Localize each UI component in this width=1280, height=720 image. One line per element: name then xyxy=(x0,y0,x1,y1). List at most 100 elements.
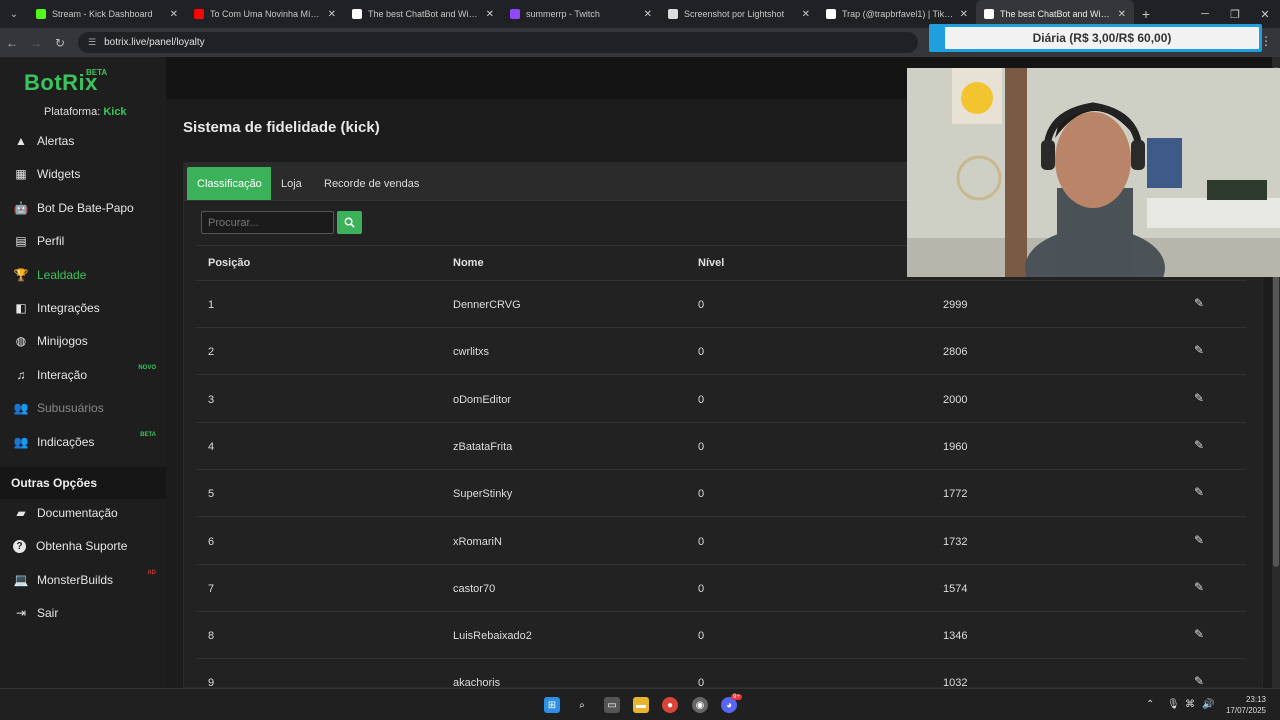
sidebar-item-label: Indicações xyxy=(37,434,95,449)
widgets-icon: ▦ xyxy=(15,167,27,182)
sidebar-badge: NOVO xyxy=(138,364,156,371)
sidebar-item-perfil[interactable]: ▤ Perfil xyxy=(0,225,166,257)
taskbar-search-icon[interactable]: ⌕ xyxy=(574,697,590,713)
browser-tab[interactable]: The best ChatBot and Widgets ✕ xyxy=(344,0,502,28)
close-tab-icon[interactable]: ✕ xyxy=(486,9,494,20)
platform-value: Kick xyxy=(103,106,127,118)
search-button[interactable] xyxy=(337,211,362,234)
sidebar-item-intera-o[interactable]: ♫ Interação NOVO xyxy=(0,359,166,391)
edit-icon[interactable]: ✎ xyxy=(1194,391,1208,405)
logout-icon: ⇥ xyxy=(15,606,27,621)
level-cell: 0 xyxy=(698,299,705,311)
tab-sales-record[interactable]: Recorde de vendas xyxy=(314,167,430,200)
search-icon xyxy=(344,217,355,228)
tab-search-icon[interactable]: ⌄ xyxy=(0,0,28,28)
logo-beta-badge: BETA xyxy=(86,68,108,77)
microphone-icon[interactable]: 🎙 xyxy=(1167,699,1180,710)
sidebar-item-minijogos[interactable]: ◍ Minijogos xyxy=(0,325,166,357)
browser-tab[interactable]: summerrp - Twitch ✕ xyxy=(502,0,660,28)
edit-icon[interactable]: ✎ xyxy=(1194,343,1208,357)
lightshot-icon xyxy=(668,9,678,19)
sidebar-item-alertas[interactable]: ▲ Alertas xyxy=(0,125,166,157)
edit-icon[interactable]: ✎ xyxy=(1194,296,1208,310)
sidebar-item-widgets[interactable]: ▦ Widgets xyxy=(0,158,166,190)
reload-icon[interactable]: ↻ xyxy=(48,36,72,50)
platform-label: Plataforma: Kick xyxy=(44,106,127,118)
sidebar-item-label: Perfil xyxy=(37,234,65,249)
edit-icon[interactable]: ✎ xyxy=(1194,438,1208,452)
site-settings-icon[interactable]: ☰ xyxy=(88,37,96,48)
tab-ranking[interactable]: Classificação xyxy=(187,167,272,200)
tray-expand-icon[interactable]: ⌃ xyxy=(1146,699,1154,710)
chrome-icon[interactable]: ● xyxy=(662,697,678,713)
browser-tab-title: To Com Uma Novinha Mídia - M xyxy=(210,9,322,19)
sidebar-item-integra-es[interactable]: ◧ Integrações xyxy=(0,292,166,324)
laptop-icon: 💻 xyxy=(13,572,29,587)
edit-icon[interactable]: ✎ xyxy=(1194,533,1208,547)
browser-tab[interactable]: To Com Uma Novinha Mídia - M ✕ xyxy=(186,0,344,28)
sidebar-item-monsterbuilds[interactable]: 💻 MonsterBuilds AD xyxy=(0,564,166,596)
system-clock[interactable]: 23:13 17/07/2025 xyxy=(1226,694,1266,716)
points-cell: 1772 xyxy=(943,488,968,501)
back-icon[interactable]: ← xyxy=(0,36,24,50)
warning-icon: ▲ xyxy=(15,134,27,148)
forward-icon[interactable]: → xyxy=(24,36,48,50)
position-cell: 3 xyxy=(208,393,215,406)
name-cell: zBatataFrita xyxy=(453,440,513,453)
sidebar-item-indica-es[interactable]: 👥 Indicações BETA xyxy=(0,426,166,458)
position-cell: 5 xyxy=(208,488,215,501)
new-tab-button[interactable]: + xyxy=(1134,6,1158,22)
webcam-overlay xyxy=(907,68,1280,277)
sidebar-item-label: Integrações xyxy=(37,301,100,315)
col-level[interactable]: Nível xyxy=(698,257,724,269)
browser-tab[interactable]: Stream - Kick Dashboard ✕ xyxy=(28,0,186,28)
points-cell: 1574 xyxy=(943,582,968,595)
edit-icon[interactable]: ✎ xyxy=(1194,580,1208,594)
table-row: 6 xRomariN 0 1732 ✎ xyxy=(196,518,1246,565)
kick-icon xyxy=(36,9,46,19)
sidebar-item-lealdade[interactable]: 🏆 Lealdade xyxy=(0,259,166,291)
close-tab-icon[interactable]: ✕ xyxy=(328,9,336,20)
edit-icon[interactable]: ✎ xyxy=(1194,627,1208,641)
sidebar-item-sair[interactable]: ⇥ Sair xyxy=(0,597,166,629)
browser-tab[interactable]: Screenshot por Lightshot ✕ xyxy=(660,0,818,28)
search-input[interactable] xyxy=(201,211,334,234)
level-cell: 0 xyxy=(698,346,705,359)
close-tab-icon[interactable]: ✕ xyxy=(644,9,652,20)
close-tab-icon[interactable]: ✕ xyxy=(802,9,810,20)
music-icon: ♫ xyxy=(16,367,26,382)
col-name[interactable]: Nome xyxy=(453,257,484,269)
tab-store[interactable]: Loja xyxy=(271,167,312,200)
close-tab-icon[interactable]: ✕ xyxy=(1118,9,1126,20)
sidebar-item-label: Alertas xyxy=(37,134,75,148)
edit-icon[interactable]: ✎ xyxy=(1194,485,1208,499)
sidebar-item-obtenha-suporte[interactable]: ? Obtenha Suporte xyxy=(0,530,166,562)
col-position[interactable]: Posição xyxy=(208,257,250,269)
table-row: 1 DennerCRVG 0 2999 ✎ xyxy=(196,281,1246,328)
sidebar-item-label: Subusuários xyxy=(37,401,104,416)
name-cell: xRomariN xyxy=(453,535,502,548)
close-tab-icon[interactable]: ✕ xyxy=(960,9,968,20)
file-explorer-icon[interactable]: ▬ xyxy=(633,697,649,713)
sidebar-item-label: Bot De Bate-Papo xyxy=(37,200,134,215)
table-row: 4 zBatataFrita 0 1960 ✎ xyxy=(196,423,1246,470)
windows-start-icon[interactable]: ⊞ xyxy=(544,697,560,713)
url-field[interactable]: ☰ botrix.live/panel/loyalty xyxy=(78,32,918,53)
name-cell: castor70 xyxy=(453,582,496,595)
sidebar-item-documenta-o[interactable]: ▰ Documentação xyxy=(0,497,166,529)
edit-icon[interactable]: ✎ xyxy=(1194,674,1208,688)
sidebar-item-subusu-rios[interactable]: 👥 Subusuários xyxy=(0,392,166,424)
page-title: Sistema de fidelidade (kick) xyxy=(183,119,380,136)
botrix-icon xyxy=(352,9,362,19)
task-view-icon[interactable]: ▭ xyxy=(604,697,620,713)
help-icon: ? xyxy=(13,539,26,553)
close-tab-icon[interactable]: ✕ xyxy=(170,9,178,20)
points-cell: 2999 xyxy=(943,299,968,311)
network-icon[interactable]: ⌘ xyxy=(1185,699,1195,710)
volume-icon[interactable]: 🔊 xyxy=(1202,699,1214,710)
book-icon: ▰ xyxy=(16,506,26,520)
obs-icon[interactable]: ◉ xyxy=(692,697,708,713)
level-cell: 0 xyxy=(698,440,705,453)
table-row: 3 oDomEditor 0 2000 ✎ xyxy=(196,376,1246,423)
sidebar-item-bot-de-bate-papo[interactable]: 🤖 Bot De Bate-Papo xyxy=(0,192,166,224)
